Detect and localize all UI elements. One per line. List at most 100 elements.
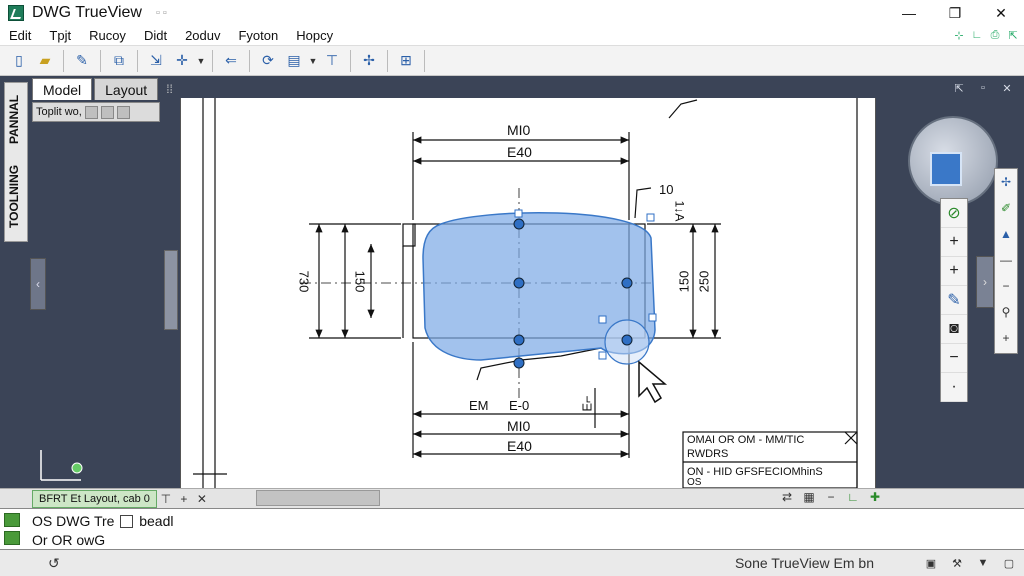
menu-tpjt[interactable]: Tpjt bbox=[40, 28, 80, 43]
toolbar-divider bbox=[350, 49, 351, 72]
palette-tab-pannal[interactable]: PANNAL bbox=[7, 89, 27, 149]
line-tool-icon[interactable]: — bbox=[995, 247, 1017, 273]
print-icon[interactable]: ⎙ bbox=[988, 28, 1002, 42]
viewport-layer-icon[interactable] bbox=[116, 105, 130, 119]
select-icon[interactable]: ⇲ bbox=[144, 49, 168, 73]
grip-corner bbox=[621, 334, 633, 346]
tab-model[interactable]: Model bbox=[32, 78, 93, 100]
prev-tab-icon[interactable]: ⊤ bbox=[157, 492, 175, 506]
status-text: Sone TrueView Em bn bbox=[734, 555, 874, 571]
share-icon[interactable]: ⇱ bbox=[1006, 28, 1020, 42]
toolbar-divider bbox=[63, 49, 64, 72]
fill-tool-icon[interactable]: ▲ bbox=[995, 221, 1017, 247]
title-block-line-1: OMAI OR OM - MM/TIC bbox=[687, 434, 805, 446]
edit-icon[interactable]: ✎ bbox=[941, 286, 967, 315]
left-scroll-handle[interactable] bbox=[164, 250, 178, 330]
dim-right-outer: 250 bbox=[696, 270, 712, 293]
open-folder-icon[interactable]: ▰ bbox=[33, 49, 57, 73]
ortho-toggle-icon[interactable]: ∟ bbox=[970, 28, 984, 42]
zoom-out-icon[interactable]: − bbox=[941, 344, 967, 373]
menu-down-icon[interactable]: ▼ bbox=[974, 554, 992, 572]
command-line-2[interactable]: Or OR owG bbox=[32, 532, 105, 548]
pan-icon[interactable]: ⊘ bbox=[941, 199, 967, 228]
grid-icon[interactable]: ⊞ bbox=[394, 49, 418, 73]
toolbar-divider bbox=[424, 49, 425, 72]
status-icons: ▣ ⚒ ▼ ▢ bbox=[922, 554, 1018, 572]
title-block-line-4: OS bbox=[687, 477, 702, 488]
pen-tool-icon[interactable]: ✐ bbox=[995, 195, 1017, 221]
quick-access-icon[interactable]: ▫ ▫ bbox=[156, 7, 167, 19]
tab-layout[interactable]: Layout bbox=[94, 78, 159, 100]
menu-didt[interactable]: Didt bbox=[135, 28, 176, 43]
viewport-style-icon[interactable] bbox=[84, 105, 98, 119]
menu-edit[interactable]: Edit bbox=[0, 28, 40, 43]
undo-icon[interactable]: ⇐ bbox=[219, 49, 243, 73]
zoom-in-icon[interactable]: + bbox=[941, 228, 967, 257]
zoom-extents-icon[interactable]: + bbox=[941, 257, 967, 286]
view-cube-icon[interactable] bbox=[930, 152, 962, 186]
horizontal-scrollbar[interactable] bbox=[256, 490, 380, 506]
command-line[interactable]: OS DWG Tre beadl Or OR owG bbox=[0, 508, 1024, 550]
title-bar: DWG TrueView ▫ ▫ — ❐ ✕ bbox=[0, 0, 1024, 26]
plus-tool-icon[interactable]: + bbox=[995, 325, 1017, 351]
erase-icon[interactable]: ✎ bbox=[70, 49, 94, 73]
command-line-1: OS DWG Tre beadl bbox=[32, 513, 174, 529]
viewport-visual-icon[interactable] bbox=[100, 105, 114, 119]
dim-corner-vertical: 1↓A bbox=[672, 200, 687, 222]
add-tab-icon[interactable]: + bbox=[175, 492, 193, 506]
toolbar-divider bbox=[100, 49, 101, 72]
dim-top-1: MI0 bbox=[507, 122, 531, 138]
snap-toggle-icon[interactable]: ⊹ bbox=[952, 28, 966, 42]
sync-icon[interactable]: ⇄ bbox=[778, 490, 796, 504]
menu-rucoy[interactable]: Rucoy bbox=[80, 28, 135, 43]
close-button[interactable]: ✕ bbox=[978, 0, 1024, 26]
orbit-icon[interactable]: ⟳ bbox=[256, 49, 280, 73]
pin-icon[interactable]: ⇱ bbox=[950, 80, 968, 96]
left-collapse-button[interactable]: ‹ bbox=[30, 258, 46, 310]
right-tool-sidebar: ✢ ✐ ▲ — − ⚲ + bbox=[994, 168, 1018, 354]
close-panel-icon[interactable]: ✕ bbox=[998, 80, 1016, 96]
minus-icon[interactable]: − bbox=[822, 490, 840, 504]
menu-fyoton[interactable]: Fyoton bbox=[229, 28, 287, 43]
command-line-1-text: OS DWG Tre bbox=[32, 513, 115, 529]
ortho-icon[interactable]: ∟ bbox=[844, 490, 862, 504]
more-icon[interactable]: · bbox=[941, 373, 967, 402]
palette-tab-toolning[interactable]: TOOLNING bbox=[7, 155, 27, 237]
title-block-line-2: RWDRS bbox=[687, 448, 729, 460]
maximize-status-icon[interactable]: ▢ bbox=[1000, 554, 1018, 572]
refresh-icon[interactable]: ↺ bbox=[48, 555, 60, 572]
new-doc-icon[interactable]: ▯ bbox=[7, 49, 31, 73]
tab-more-icon[interactable]: ⁞⁞ bbox=[166, 82, 173, 96]
grid-view-icon[interactable]: ▦ bbox=[800, 490, 818, 504]
command-history-icon[interactable] bbox=[4, 531, 20, 545]
restore-icon[interactable]: ▫ bbox=[974, 80, 992, 96]
polar-icon[interactable]: ✚ bbox=[866, 490, 884, 504]
menu-hopcy[interactable]: Hopcy bbox=[287, 28, 342, 43]
menu-2oduv[interactable]: 2oduv bbox=[176, 28, 229, 43]
copy-icon[interactable]: ⧉ bbox=[107, 49, 131, 73]
layers-icon[interactable]: ▤ bbox=[282, 49, 306, 73]
maximize-button[interactable]: ❐ bbox=[932, 0, 978, 26]
chevron-down-icon[interactable]: ▼ bbox=[307, 56, 319, 66]
close-tab-icon[interactable]: ✕ bbox=[193, 492, 211, 506]
wrench-icon[interactable]: ⚒ bbox=[948, 554, 966, 572]
snap-icon[interactable]: ✢ bbox=[357, 49, 381, 73]
viewport-label[interactable]: Toplit wo, bbox=[36, 106, 82, 118]
layout-status-label[interactable]: BFRT Et Layout, cab 0 bbox=[32, 489, 157, 508]
orbit-icon[interactable]: ◙ bbox=[941, 315, 967, 344]
right-collapse-button[interactable]: › bbox=[976, 256, 994, 308]
minus-tool-icon[interactable]: − bbox=[995, 273, 1017, 299]
command-settings-icon[interactable] bbox=[4, 513, 20, 527]
move-icon[interactable]: ✛ bbox=[170, 49, 194, 73]
chevron-down-icon[interactable]: ▼ bbox=[195, 56, 207, 66]
dim-corner: 10 bbox=[659, 182, 674, 197]
monitor-icon[interactable]: ▣ bbox=[922, 554, 940, 572]
main-toolbar: ▯ ▰ ✎ ⧉ ⇲ ✛ ▼ ⇐ ⟳ ▤ ▼ ⊤ ✢ ⊞ bbox=[0, 46, 1024, 76]
menu-right-icons: ⊹ ∟ ⎙ ⇱ bbox=[952, 28, 1020, 42]
drawing-canvas[interactable]: MI0 E40 10 1↓A 730 150 150 250 EM E-0 E⌐… bbox=[40, 98, 876, 488]
measure-icon[interactable]: ⊤ bbox=[320, 49, 344, 73]
pin-tool-icon[interactable]: ⚲ bbox=[995, 299, 1017, 325]
move-tool-icon[interactable]: ✢ bbox=[995, 169, 1017, 195]
app-logo-icon bbox=[8, 5, 24, 21]
minimize-button[interactable]: — bbox=[886, 0, 932, 26]
